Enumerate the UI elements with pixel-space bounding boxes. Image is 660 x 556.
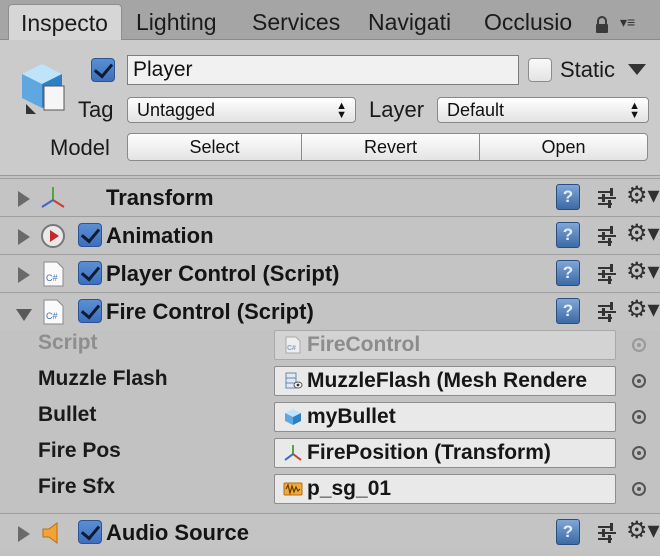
gear-icon[interactable]: ⚙▾ <box>626 296 660 324</box>
static-label: Static <box>560 57 616 82</box>
property-row-muzzle-flash: Muzzle Flash MuzzleFlash (Mesh Rendere <box>0 362 660 398</box>
object-picker-icon[interactable] <box>632 482 646 496</box>
static-checkbox[interactable] <box>528 58 552 82</box>
component-title: Transform <box>106 185 214 210</box>
object-picker-icon[interactable] <box>632 446 646 460</box>
component-fire-control[interactable]: C# Fire Control (Script) ? ⚙▾ <box>0 292 660 330</box>
tag-value: Untagged <box>137 100 216 120</box>
muzzle-flash-object-field[interactable]: MuzzleFlash (Mesh Rendere <box>274 366 616 396</box>
property-label: Fire Pos <box>38 439 121 462</box>
tab-services[interactable]: Services <box>252 4 352 40</box>
property-label: Bullet <box>38 403 97 426</box>
gameobject-header: Player Static Tag Untagged ▲ ▼ Layer Def… <box>0 40 660 176</box>
gear-icon[interactable]: ⚙▾ <box>626 258 660 286</box>
object-name-field[interactable]: Player <box>127 55 519 85</box>
fire-sfx-object-field[interactable]: p_sg_01 <box>274 474 616 504</box>
model-label: Model <box>50 135 110 160</box>
component-title: Fire Control (Script) <box>106 299 314 324</box>
csharp-script-icon: C# <box>43 261 64 287</box>
tag-label: Tag <box>78 97 114 122</box>
layer-label: Layer <box>369 97 425 122</box>
component-enabled-checkbox[interactable] <box>78 299 102 323</box>
help-icon[interactable]: ? <box>556 222 580 248</box>
csharp-script-icon: C# <box>285 336 301 354</box>
tag-dropdown[interactable]: Untagged ▲ ▼ <box>127 97 356 123</box>
help-icon[interactable]: ? <box>556 184 580 210</box>
foldout-arrow-icon[interactable] <box>18 526 30 542</box>
prefab-cube-icon <box>285 409 301 425</box>
panel-menu-icon[interactable]: ▾≡ <box>620 14 635 31</box>
property-row-fire-sfx: Fire Sfx p_sg_01 <box>0 470 660 506</box>
gear-icon[interactable]: ⚙▾ <box>626 517 660 545</box>
animation-icon <box>41 224 65 248</box>
property-row-script: Script C# FireControl <box>0 326 660 362</box>
prefab-cube-icon <box>22 64 65 114</box>
component-enabled-checkbox[interactable] <box>78 223 102 247</box>
presets-icon[interactable] <box>596 264 618 284</box>
tab-lighting[interactable]: Lighting <box>136 4 238 40</box>
tab-inspector[interactable]: Inspecto <box>8 4 122 40</box>
property-value: myBullet <box>307 405 396 428</box>
help-icon[interactable]: ? <box>556 260 580 286</box>
object-picker-icon <box>632 338 646 352</box>
csharp-script-icon: C# <box>43 299 64 325</box>
help-icon[interactable]: ? <box>556 519 580 545</box>
foldout-arrow-icon[interactable] <box>18 191 30 207</box>
presets-icon[interactable] <box>596 188 618 208</box>
property-value: p_sg_01 <box>307 477 392 500</box>
svg-text:C#: C# <box>46 273 58 283</box>
component-animation[interactable]: Animation ? ⚙▾ <box>0 216 660 254</box>
gear-icon[interactable]: ⚙▾ <box>626 220 660 248</box>
property-value: FireControl <box>307 333 421 356</box>
component-player-control[interactable]: C# Player Control (Script) ? ⚙▾ <box>0 254 660 292</box>
presets-icon[interactable] <box>596 523 618 543</box>
help-icon[interactable]: ? <box>556 298 580 324</box>
script-object-field: C# FireControl <box>274 330 616 360</box>
component-title: Animation <box>106 223 214 248</box>
component-audio-source[interactable]: Audio Source ? ⚙▾ <box>0 513 660 551</box>
model-revert-button[interactable]: Revert <box>301 133 480 161</box>
layer-dropdown[interactable]: Default ▲ ▼ <box>437 97 649 123</box>
chevron-down-icon: ▼ <box>336 109 347 121</box>
presets-icon[interactable] <box>596 302 618 322</box>
component-title: Player Control (Script) <box>106 261 340 286</box>
bullet-object-field[interactable]: myBullet <box>274 402 616 432</box>
tab-bar: Inspecto Lighting Services Navigati Occl… <box>0 0 660 40</box>
property-value: MuzzleFlash (Mesh Rendere <box>307 369 588 392</box>
foldout-arrow-icon[interactable] <box>16 309 32 321</box>
object-picker-icon[interactable] <box>632 410 646 424</box>
foldout-arrow-icon[interactable] <box>18 229 30 245</box>
fire-pos-object-field[interactable]: FirePosition (Transform) <box>274 438 616 468</box>
presets-icon[interactable] <box>596 226 618 246</box>
lock-icon[interactable] <box>594 16 610 34</box>
layer-value: Default <box>447 100 505 120</box>
model-open-button[interactable]: Open <box>479 133 648 161</box>
property-row-bullet: Bullet myBullet <box>0 398 660 434</box>
svg-text:C#: C# <box>287 345 296 352</box>
gear-icon[interactable]: ⚙▾ <box>626 182 660 210</box>
tab-occlusion[interactable]: Occlusio <box>484 4 578 40</box>
svg-text:C#: C# <box>46 311 58 321</box>
chevron-down-icon: ▼ <box>629 109 640 121</box>
property-label: Fire Sfx <box>38 475 116 498</box>
static-dropdown-icon[interactable] <box>628 64 646 75</box>
mesh-renderer-icon <box>285 372 303 389</box>
component-enabled-checkbox[interactable] <box>78 261 102 285</box>
tab-navigation[interactable]: Navigati <box>368 4 456 40</box>
property-label: Muzzle Flash <box>38 367 168 390</box>
component-title: Audio Source <box>106 520 250 545</box>
property-row-fire-pos: Fire Pos FirePosition (Transform) <box>0 434 660 470</box>
active-checkbox[interactable] <box>91 58 115 82</box>
audio-clip-icon <box>283 482 303 496</box>
transform-icon <box>284 445 302 461</box>
transform-icon <box>41 187 65 208</box>
property-value: FirePosition (Transform) <box>307 441 551 464</box>
speaker-icon <box>42 522 58 544</box>
foldout-arrow-icon[interactable] <box>18 267 30 283</box>
component-enabled-checkbox[interactable] <box>78 520 102 544</box>
component-transform[interactable]: Transform ? ⚙▾ <box>0 178 660 216</box>
object-picker-icon[interactable] <box>632 374 646 388</box>
property-label: Script <box>38 331 98 354</box>
model-select-button[interactable]: Select <box>127 133 302 161</box>
